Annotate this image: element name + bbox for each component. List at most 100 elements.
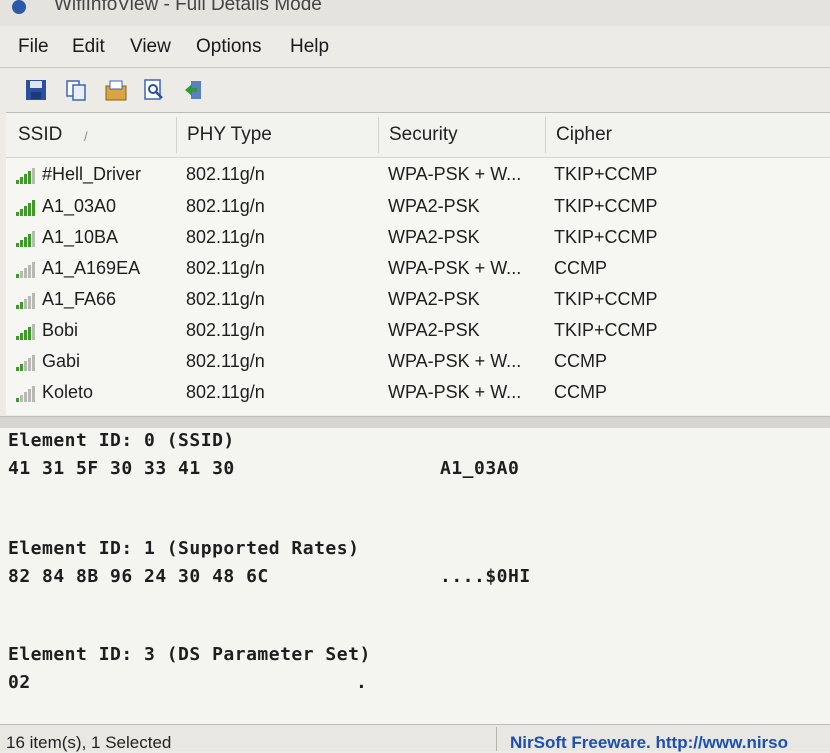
copy-button[interactable] [64, 78, 88, 102]
toolbar [0, 68, 830, 110]
signal-strength-icon [16, 355, 35, 371]
title-bar: WifiInfoView - Full Details Mode [0, 0, 830, 26]
signal-bar [24, 330, 27, 340]
signal-bar [20, 177, 23, 184]
cell-cipher: TKIP+CCMP [554, 289, 658, 309]
table-row[interactable]: A1_A169EA 802.11g/n WPA-PSK + W... CCMP [6, 254, 830, 284]
cell-cipher: TKIP+CCMP [554, 320, 658, 340]
element-header: Element ID: 1 (Supported Rates) [8, 538, 360, 559]
find-icon [144, 79, 163, 100]
status-divider [496, 727, 497, 751]
signal-strength-icon [16, 168, 35, 184]
signal-strength-icon [16, 231, 35, 247]
cell-security: WPA-PSK + W... [388, 382, 522, 402]
signal-bar [28, 234, 31, 247]
menu-options[interactable]: Options [196, 36, 261, 58]
cell-ssid: Koleto [42, 382, 94, 402]
cell-security: WPA2-PSK [388, 289, 480, 309]
element-hex: 82 84 8B 96 24 30 48 6C [8, 566, 269, 587]
signal-bar [28, 171, 31, 184]
cell-cipher: TKIP+CCMP [554, 227, 658, 247]
save-icon [26, 80, 46, 100]
signal-bar [16, 367, 19, 371]
signal-bar [24, 174, 27, 184]
cell-ssid: A1_10BA [42, 227, 119, 247]
cell-ssid: A1_FA66 [42, 289, 117, 309]
column-divider [378, 117, 379, 153]
signal-bar [32, 386, 35, 402]
cell-security: WPA-PSK + W... [388, 351, 522, 371]
signal-bar [16, 180, 19, 184]
signal-bar [28, 203, 31, 216]
column-header-ssid[interactable]: SSID [18, 124, 62, 146]
signal-bar [16, 305, 19, 309]
cell-security: WPA-PSK + W... [388, 258, 522, 278]
cell-cipher: TKIP+CCMP [554, 196, 658, 216]
signal-strength-icon [16, 262, 35, 278]
cell-ssid: Gabi [42, 351, 81, 371]
menu-view[interactable]: View [130, 36, 171, 58]
table-row[interactable]: A1_03A0 802.11g/n WPA2-PSK TKIP+CCMP [6, 192, 830, 222]
app-icon [12, 0, 26, 14]
nirsoft-link[interactable]: NirSoft Freeware. http://www.nirso [510, 733, 788, 753]
sort-arrow-icon: / [84, 129, 88, 144]
cell-cipher: CCMP [554, 258, 607, 278]
cell-phy-type: 802.11g/n [186, 258, 265, 278]
signal-bar [24, 206, 27, 216]
signal-bar [32, 262, 35, 278]
column-header-security[interactable]: Security [389, 124, 458, 146]
menu-help[interactable]: Help [290, 36, 329, 58]
properties-button[interactable] [104, 78, 128, 102]
cell-phy-type: 802.11g/n [186, 289, 265, 309]
element-hex: 41 31 5F 30 33 41 30 [8, 458, 235, 479]
signal-bar [16, 212, 19, 216]
signal-strength-icon [16, 293, 35, 309]
signal-bar [20, 240, 23, 247]
cell-ssid: #Hell_Driver [42, 164, 142, 184]
signal-bar [24, 392, 27, 402]
list-header: SSID / PHY Type Security Cipher [6, 113, 830, 158]
exit-button[interactable] [182, 78, 206, 102]
menu-file[interactable]: File [18, 36, 49, 58]
table-row[interactable]: Bobi 802.11g/n WPA2-PSK TKIP+CCMP [6, 316, 830, 346]
cell-ssid: A1_03A0 [42, 196, 117, 216]
cell-security: WPA2-PSK [388, 227, 480, 247]
cell-phy-type: 802.11g/n [186, 382, 265, 402]
signal-bar [32, 200, 35, 216]
signal-bar [28, 265, 31, 278]
signal-bar [16, 336, 19, 340]
menu-edit[interactable]: Edit [72, 36, 105, 58]
table-row[interactable]: A1_10BA 802.11g/n WPA2-PSK TKIP+CCMP [6, 223, 830, 253]
cell-security: WPA2-PSK [388, 320, 480, 340]
element-ascii: . [356, 672, 368, 693]
cell-phy-type: 802.11g/n [186, 320, 265, 340]
signal-bar [32, 231, 35, 247]
status-bar: 16 item(s), 1 Selected NirSoft Freeware.… [0, 724, 830, 753]
cell-phy-type: 802.11g/n [186, 196, 265, 216]
find-button[interactable] [142, 78, 166, 102]
table-row[interactable]: Koleto 802.11g/n WPA-PSK + W... CCMP [6, 378, 830, 408]
copy-icon [66, 80, 86, 101]
cell-ssid: A1_A169EA [42, 258, 141, 278]
network-list[interactable]: SSID / PHY Type Security Cipher #Hell_Dr… [6, 112, 830, 415]
column-header-phy-type[interactable]: PHY Type [187, 124, 272, 146]
save-button[interactable] [24, 78, 48, 102]
table-row[interactable]: #Hell_Driver 802.11g/n WPA-PSK + W... TKIP+… [6, 160, 830, 190]
element-ascii: A1_03A0 [440, 458, 520, 479]
cell-ssid: Bobi [42, 320, 79, 340]
cell-cipher: CCMP [554, 382, 607, 402]
table-row[interactable]: A1_FA66 802.11g/n WPA2-PSK TKIP+CCMP [6, 285, 830, 315]
exit-icon [185, 81, 201, 99]
signal-bar [20, 302, 23, 309]
signal-bar [32, 355, 35, 371]
signal-bar [28, 296, 31, 309]
column-header-cipher[interactable]: Cipher [556, 124, 612, 146]
signal-strength-icon [16, 386, 35, 402]
table-row[interactable]: Gabi 802.11g/n WPA-PSK + W... CCMP [6, 347, 830, 377]
cell-phy-type: 802.11g/n [186, 227, 265, 247]
signal-bar [16, 243, 19, 247]
signal-bar [28, 389, 31, 402]
details-pane: Element ID: 0 (SSID) 41 31 5F 30 33 41 3… [0, 428, 830, 724]
signal-bar [28, 327, 31, 340]
column-divider [176, 117, 177, 153]
